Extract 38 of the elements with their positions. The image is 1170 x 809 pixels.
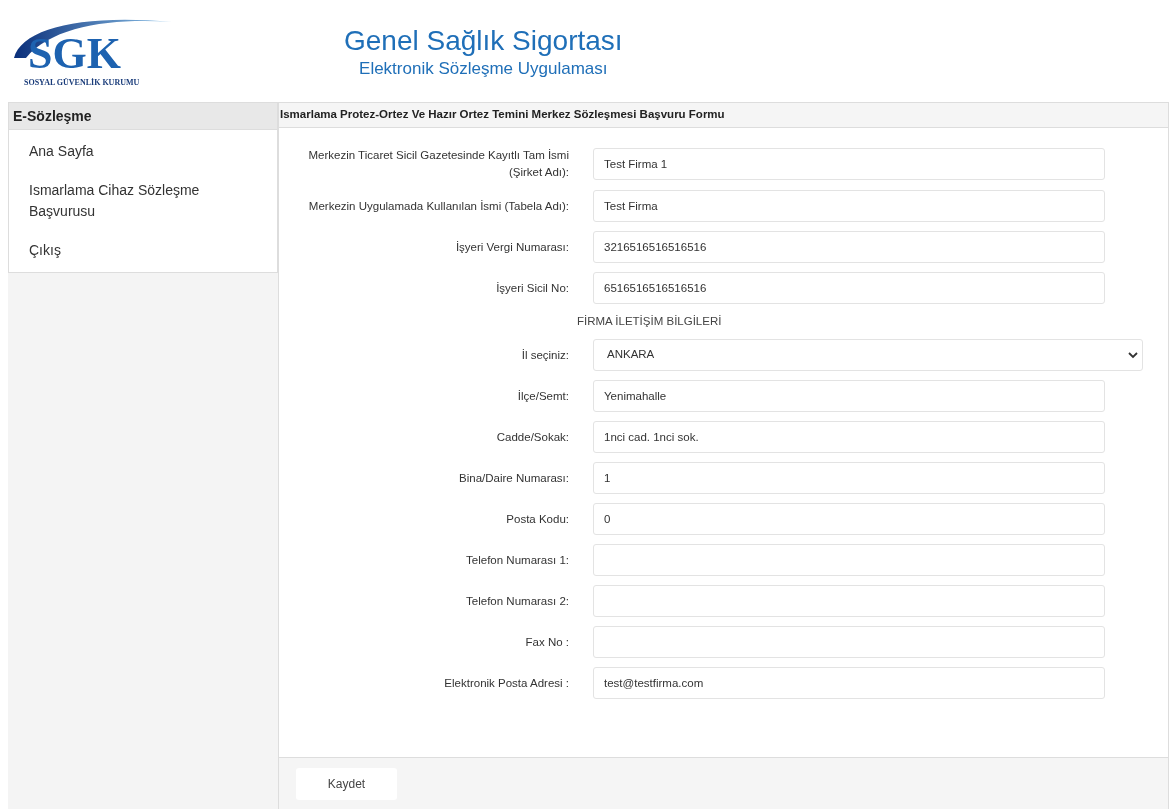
field-label: Fax No : [524, 634, 570, 650]
input-field[interactable]: 6516516516516516 [593, 272, 1105, 304]
form-title: Ismarlama Protez-Ortez Ve Hazır Ortez Temini Merkez Sözleşmesi Başvuru Formu [279, 102, 1168, 128]
field-label: İşyeri Vergi Numarası: [454, 239, 570, 255]
input-field[interactable] [593, 585, 1105, 617]
input-field[interactable]: Yenimahalle [593, 380, 1105, 412]
save-button[interactable]: Kaydet [296, 767, 397, 800]
field-label: Bina/Daire Numarası: [458, 470, 570, 486]
sidebar-link[interactable]: Ana Sayfa [9, 132, 259, 171]
page-title: Genel Sağlık Sigortası [344, 24, 623, 58]
input-field[interactable] [593, 544, 1105, 576]
sidebar-link[interactable]: Ismarlama Cihaz Sözleşme Başvurusu [9, 171, 259, 231]
field-label: Posta Kodu: [505, 511, 570, 527]
field-label: Telefon Numarası 1: [465, 552, 570, 568]
field-label: İl seçiniz: [520, 347, 570, 363]
input-field[interactable]: 1nci cad. 1nci sok. [593, 421, 1105, 453]
section-heading: FİRMA İLETİŞİM BİLGİLERİ [577, 314, 722, 329]
select-field[interactable]: ANKARA [593, 339, 1143, 371]
field-label: Merkezin Uygulamada Kullanılan İsmi (Tabela Adı): [307, 198, 570, 214]
logo-caption: SOSYAL GÜVENLİK KURUMU [24, 78, 140, 87]
input-field[interactable]: Test Firma 1 [593, 148, 1105, 180]
input-field[interactable]: 3216516516516516 [593, 231, 1105, 263]
field-label: İlçe/Semt: [516, 388, 570, 404]
sidebar-title: E-Sözleşme [9, 103, 277, 130]
input-field[interactable]: 0 [593, 503, 1105, 535]
page-subtitle: Elektronik Sözleşme Uygulaması [359, 58, 608, 80]
input-field[interactable]: 1 [593, 462, 1105, 494]
sidebar-link[interactable]: Çıkış [9, 231, 259, 270]
input-field[interactable]: Test Firma [593, 190, 1105, 222]
chevron-icon [1128, 351, 1138, 359]
input-field[interactable]: test@testfirma.com [593, 667, 1105, 699]
field-label: Telefon Numarası 2: [465, 593, 570, 609]
field-label: Cadde/Sokak: [495, 429, 570, 445]
input-field[interactable] [593, 626, 1105, 658]
field-label: Elektronik Posta Adresi : [443, 675, 570, 691]
field-label: İşyeri Sicil No: [495, 280, 570, 296]
logo-letters: SGK [28, 32, 121, 76]
field-label: Merkezin Ticaret Sicil Gazetesinde Kayıtlı Tam İsmi (Şirket Adı): [307, 148, 570, 180]
